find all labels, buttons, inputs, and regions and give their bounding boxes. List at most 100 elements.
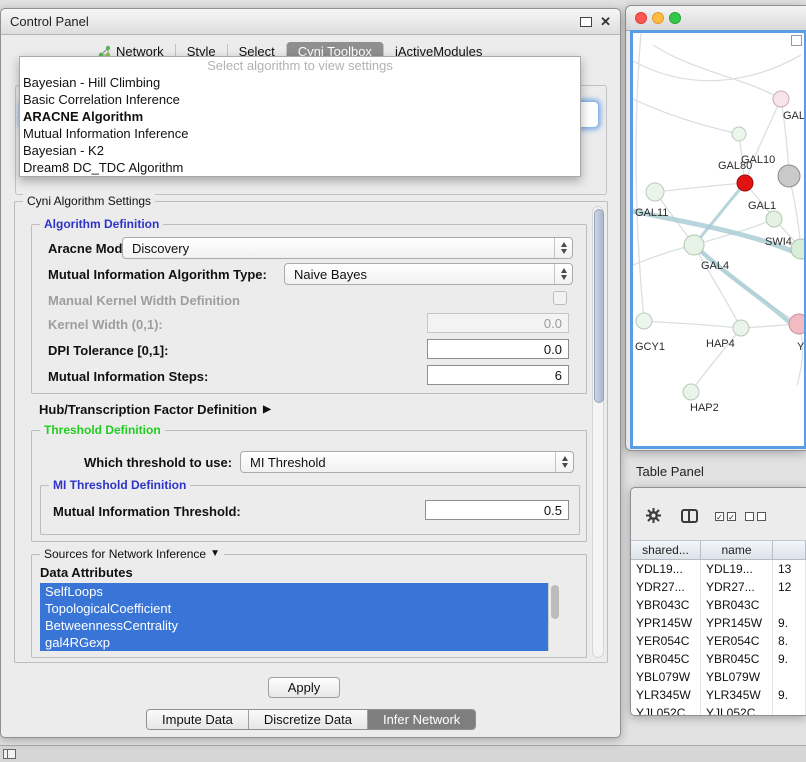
network-node[interactable] [791,239,804,259]
network-edge[interactable] [644,321,741,328]
table-cell: YJL052C [701,704,773,715]
sources-group-title[interactable]: Sources for Network Inference ▼ [40,547,224,561]
mi-threshold-field[interactable]: 0.5 [425,500,569,520]
table-body: YDL19...YDL19...13 YDR27...YDR27...12 YB… [631,560,806,715]
cyni-algorithm-settings-group: Cyni Algorithm Settings Algorithm Defini… [14,201,608,663]
table-row[interactable]: YBR043CYBR043C [631,596,806,614]
table-row[interactable]: YBL079WYBL079W [631,668,806,686]
apply-button[interactable]: Apply [268,677,340,698]
column-header[interactable]: name [701,541,773,559]
mi-steps-value: 6 [555,368,562,383]
network-node[interactable] [636,313,652,329]
tab-impute-data[interactable]: Impute Data [147,710,248,729]
network-node[interactable] [766,211,782,227]
network-graph: GAL GAL80 GAL10 GAL11 GAL1 SWI4 GAL4 GCY… [633,33,804,446]
node-label: GAL [783,110,804,122]
table-cell: 8. [773,632,806,650]
network-edge[interactable] [636,33,644,321]
canvas-corner-box[interactable] [791,35,802,46]
deselect-all-columns-icon[interactable] [745,512,766,521]
data-attributes-label: Data Attributes [40,565,133,580]
network-node[interactable] [732,127,746,141]
tab-discretize-data[interactable]: Discretize Data [248,710,367,729]
network-labels: GAL GAL80 GAL10 GAL11 GAL1 SWI4 GAL4 GCY… [635,110,804,414]
table-row[interactable]: YPR145WYPR145W9. [631,614,806,632]
gear-icon[interactable] [645,507,662,529]
unchecked-box-icon [745,512,754,521]
minimize-traffic-light[interactable] [652,12,664,24]
mi-threshold-definition-title: MI Threshold Definition [49,478,190,492]
list-item-selected[interactable]: TopologicalCoefficient [40,600,562,617]
table-cell: YLR345W [631,686,701,704]
dpi-tolerance-field[interactable]: 0.0 [427,339,569,359]
popup-item[interactable]: Bayesian - Hill Climbing [20,74,580,91]
list-scrollbar[interactable] [548,583,562,651]
table-row[interactable]: YER054CYER054C8. [631,632,806,650]
column-browser-icon[interactable] [681,509,698,523]
list-scrollbar-thumb[interactable] [551,585,559,619]
float-window-icon[interactable] [580,17,592,27]
kernel-width-label: Kernel Width (0,1): [48,317,163,332]
mi-type-value: Naive Bayes [285,267,554,282]
network-node-selected[interactable] [737,175,753,191]
popup-item[interactable]: Bayesian - K2 [20,142,580,159]
network-edge[interactable] [633,99,739,134]
popup-item[interactable]: Basic Correlation Inference [20,91,580,108]
combo-arrows-icon [554,264,572,284]
close-icon[interactable]: ✕ [600,15,611,28]
checked-box-icon: ✓ [727,512,736,521]
network-edge[interactable] [633,55,801,81]
network-edge[interactable] [694,245,741,328]
table-row[interactable]: YBR045CYBR045C9. [631,650,806,668]
popup-placeholder: Select algorithm to view settings [20,57,580,74]
table-cell: YER054C [701,632,773,650]
hub-definition-toggle[interactable]: Hub/Transcription Factor Definition ▶ [39,402,271,417]
select-all-columns-icon[interactable]: ✓ ✓ [715,512,736,521]
data-attributes-list[interactable]: SelfLoops TopologicalCoefficient Between… [40,583,562,651]
table-row[interactable]: YLR345WYLR345W9. [631,686,806,704]
close-traffic-light[interactable] [635,12,647,24]
mi-type-select[interactable]: Naive Bayes [284,263,573,285]
zoom-traffic-light[interactable] [669,12,681,24]
popup-item[interactable]: Mutual Information Inference [20,125,580,142]
table-cell: YBR043C [631,596,701,614]
manual-kernel-checkbox[interactable] [553,291,567,305]
list-item-selected[interactable]: BetweennessCentrality [40,617,562,634]
aracne-mode-select[interactable]: Discovery [122,237,573,259]
network-node[interactable] [789,314,804,334]
node-label: HAP4 [706,338,735,350]
tab-infer-network[interactable]: Infer Network [367,710,475,729]
network-node[interactable] [733,320,749,336]
settings-scrollbar[interactable] [592,206,604,658]
list-item-selected[interactable]: gal4RGexp [40,634,562,651]
popup-item[interactable]: Dream8 DC_TDC Algorithm [20,159,580,176]
status-bar [0,745,806,762]
settings-scrollbar-thumb[interactable] [594,209,604,403]
network-canvas[interactable]: GAL GAL80 GAL10 GAL11 GAL1 SWI4 GAL4 GCY… [630,30,806,449]
table-row[interactable]: YJL052CYJL052C [631,704,806,715]
mi-steps-field[interactable]: 6 [427,365,569,385]
table-cell: YDL19... [631,560,701,578]
column-header[interactable]: shared... [631,541,701,559]
network-edge[interactable] [655,183,745,192]
network-node[interactable] [684,235,704,255]
node-label: GAL11 [635,207,668,219]
table-row[interactable]: YDL19...YDL19...13 [631,560,806,578]
network-node[interactable] [646,183,664,201]
network-node[interactable] [773,91,789,107]
mi-threshold-label: Mutual Information Threshold: [53,504,241,519]
popup-item-selected[interactable]: ARACNE Algorithm [20,108,580,125]
network-node[interactable] [683,384,699,400]
network-edge[interactable] [694,245,801,333]
network-node[interactable] [778,165,800,187]
unchecked-box-icon [757,512,766,521]
column-header[interactable] [773,541,806,559]
threshold-definition-group: Threshold Definition Which threshold to … [31,430,587,542]
kernel-width-field[interactable]: 0.0 [427,313,569,333]
table-cell: YBR043C [701,596,773,614]
table-row[interactable]: YDR27...YDR27...12 [631,578,806,596]
dpi-tolerance-label: DPI Tolerance [0,1]: [48,343,168,358]
panel-dock-icon[interactable] [3,749,16,759]
list-item-selected[interactable]: SelfLoops [40,583,562,600]
which-threshold-select[interactable]: MI Threshold [240,451,574,473]
